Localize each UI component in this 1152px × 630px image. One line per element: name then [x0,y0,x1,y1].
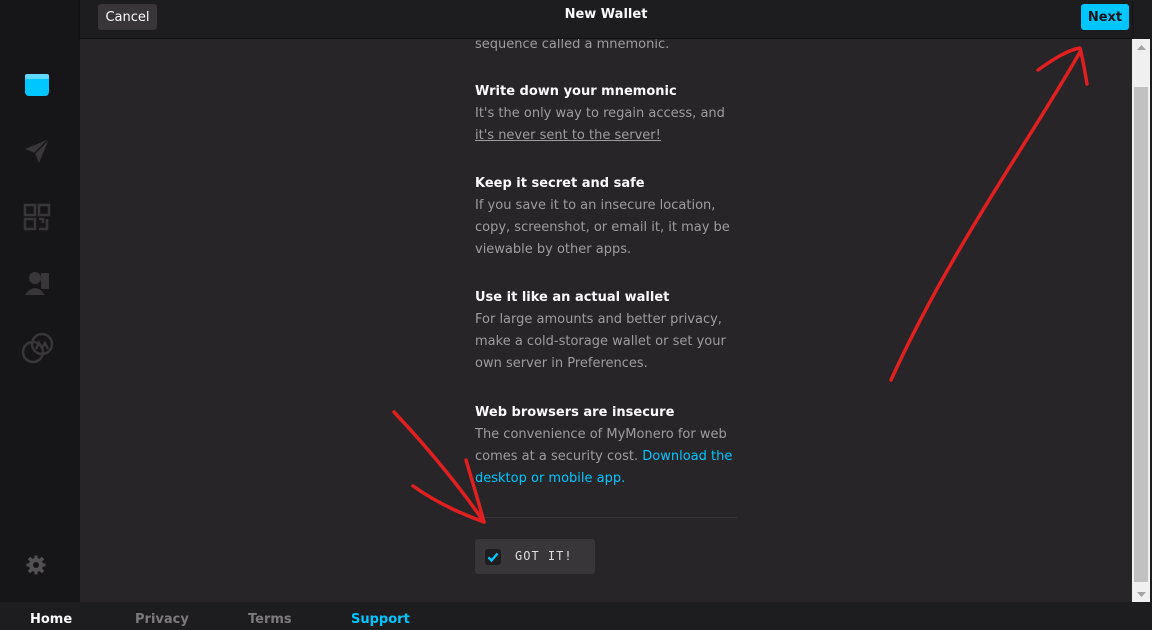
page-title: New Wallet [564,7,648,22]
qr-code-icon[interactable] [20,200,54,234]
section-body: For large amounts and better privacy, ma… [475,312,726,371]
section-secret: Keep it secret and safe If you save it t… [475,173,737,261]
sidebar [0,0,80,602]
divider [475,517,737,518]
scroll-thumb[interactable] [1134,87,1148,582]
nav-support[interactable]: Support [351,612,410,627]
section-body: It's the only way to regain access, and … [475,106,725,143]
bottom-nav: Home Privacy Terms Support [0,602,1152,630]
section-body: If you save it to an insecure location, … [475,198,730,257]
scroll-down-arrow-icon[interactable] [1132,586,1150,602]
checkbox-label: GOT IT! [515,549,573,563]
scrollbar[interactable] [1132,39,1150,602]
got-it-checkbox[interactable]: GOT IT! [475,539,595,574]
wallets-icon[interactable] [20,68,54,102]
section-body: The convenience of MyMonero for web come… [475,427,733,486]
main-content: sequence called a mnemonic. Write down y… [80,39,1132,602]
section-write-down: Write down your mnemonic It's the only w… [475,81,737,147]
checkmark-icon [487,552,499,563]
send-icon[interactable] [20,134,54,168]
nav-terms[interactable]: Terms [248,612,292,627]
section-title: Web browsers are insecure [475,405,675,420]
scroll-up-arrow-icon[interactable] [1132,39,1150,55]
section-title: Use it like an actual wallet [475,290,670,305]
nav-privacy[interactable]: Privacy [135,612,189,627]
clipped-text: sequence called a mnemonic. [475,39,670,52]
section-title: Write down your mnemonic [475,84,677,99]
checkbox[interactable] [485,549,501,565]
underlined-note: it's never sent to the server! [475,128,661,143]
section-title: Keep it secret and safe [475,176,645,191]
exchange-icon[interactable] [20,332,54,366]
section-browsers: Web browsers are insecure The convenienc… [475,402,737,490]
next-button[interactable]: Next [1081,4,1129,30]
contacts-icon[interactable] [20,266,54,300]
section-actual-wallet: Use it like an actual wallet For large a… [475,287,737,375]
nav-home[interactable]: Home [30,612,72,627]
gear-icon[interactable] [19,548,53,582]
top-bar: Cancel New Wallet Next [80,0,1132,39]
